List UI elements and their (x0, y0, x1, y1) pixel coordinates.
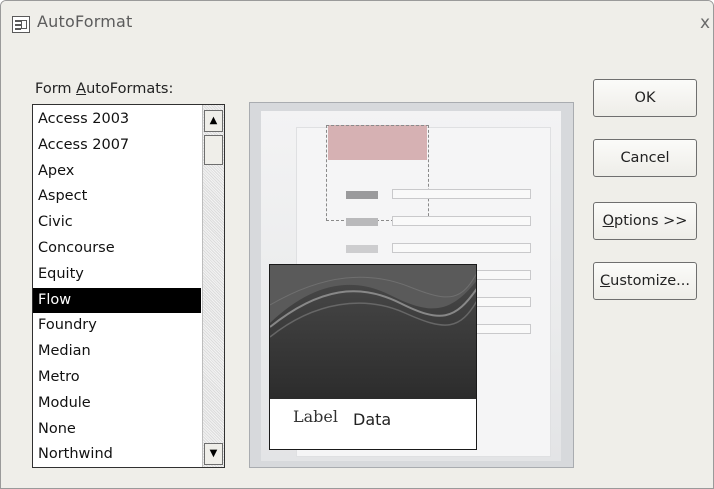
close-icon[interactable]: x (700, 13, 713, 33)
preview-selection-outline (326, 125, 429, 221)
autoformat-list: Access 2003 Access 2007 Apex Aspect Civic Con… (33, 107, 201, 468)
list-scrollbar[interactable]: ▲ ▼ (202, 105, 224, 467)
arrow-up-icon[interactable]: ▲ (204, 110, 223, 132)
preview-style-sample: Label Data (269, 264, 477, 450)
list-item[interactable]: Aspect (33, 184, 201, 210)
list-item[interactable]: Median (33, 339, 201, 365)
list-item[interactable]: Equity (33, 262, 201, 288)
list-item[interactable]: Foundry (33, 313, 201, 339)
preview-label-placeholder (346, 191, 378, 199)
preview-field-placeholder (392, 216, 531, 226)
ok-button[interactable]: OK (593, 79, 697, 117)
sample-label-text: Label (293, 407, 338, 426)
list-item[interactable]: Access 2003 (33, 107, 201, 133)
dialog-title: AutoFormat (37, 12, 133, 31)
list-item[interactable]: None (33, 417, 201, 443)
form-autoformats-label: Form AutoFormats: (35, 81, 174, 97)
autoformat-dialog: AutoFormat x Form AutoFormats: Access 20… (0, 0, 714, 489)
preview-field-placeholder (392, 243, 531, 253)
list-item[interactable]: Metro (33, 365, 201, 391)
list-item[interactable]: Access 2007 (33, 133, 201, 159)
preview-label-placeholder (346, 245, 378, 253)
list-item[interactable]: Apex (33, 159, 201, 185)
list-item[interactable]: Northwind (33, 442, 201, 468)
list-item[interactable]: Flow (33, 287, 201, 314)
scrollbar-thumb[interactable] (204, 135, 223, 165)
autoformat-listbox[interactable]: Access 2003 Access 2007 Apex Aspect Civic Con… (32, 104, 225, 468)
preview-field-placeholder (392, 189, 531, 199)
list-item[interactable]: Civic (33, 210, 201, 236)
list-item[interactable]: Module (33, 391, 201, 417)
autoformat-icon (12, 16, 30, 33)
customize-button[interactable]: Customize... (593, 262, 697, 300)
title-bar: AutoFormat x (1, 1, 713, 35)
cancel-button[interactable]: Cancel (593, 139, 697, 177)
list-item[interactable]: Concourse (33, 236, 201, 262)
options-button[interactable]: Options >> (593, 202, 697, 240)
arrow-down-icon[interactable]: ▼ (204, 443, 223, 465)
preview-label-placeholder (346, 218, 378, 226)
sample-data-text: Data (353, 410, 392, 429)
